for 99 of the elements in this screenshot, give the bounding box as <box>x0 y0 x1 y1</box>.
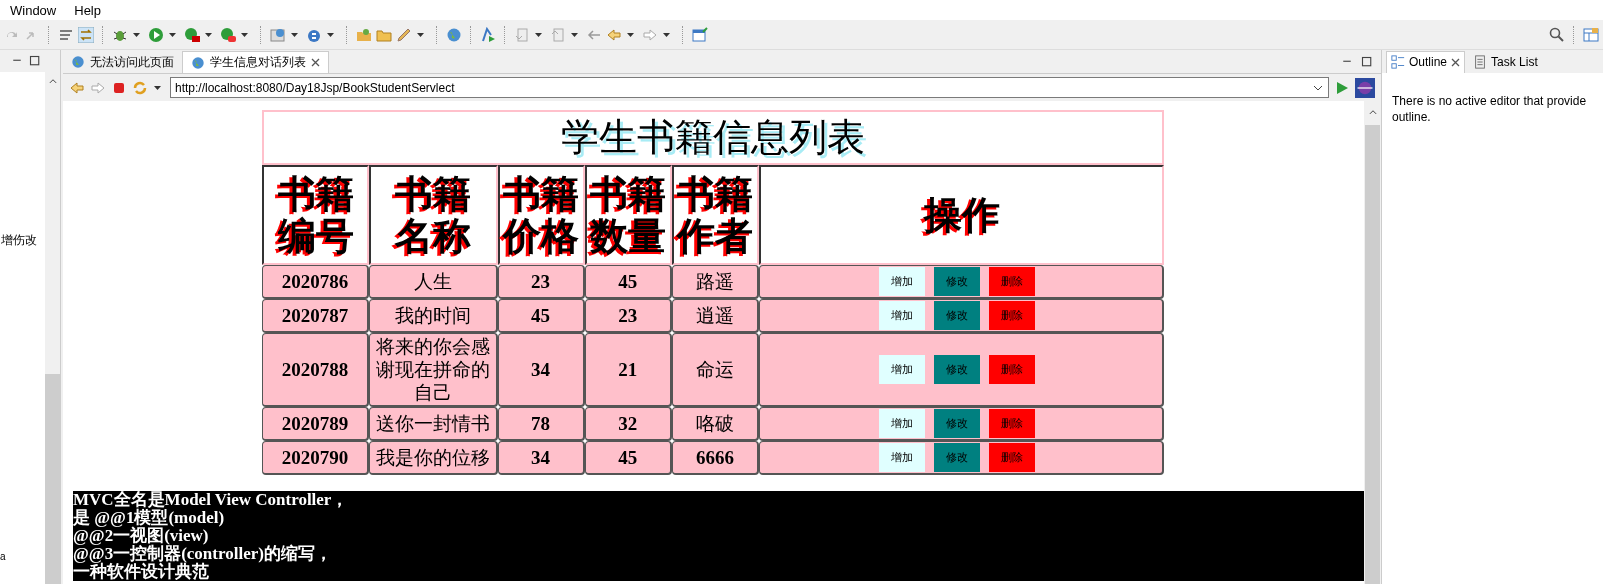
scrollbar-thumb[interactable] <box>45 374 60 584</box>
table-cell: 45 <box>584 265 672 299</box>
dropdown-icon[interactable] <box>291 32 298 37</box>
maximize-icon[interactable] <box>1361 55 1373 68</box>
scrollbar-thumb[interactable] <box>1365 125 1380 584</box>
pen-icon[interactable] <box>396 26 412 43</box>
delete-button[interactable]: 删除 <box>989 267 1036 296</box>
chevron-down-icon[interactable] <box>1313 85 1323 91</box>
dropdown-icon[interactable] <box>327 32 334 37</box>
run-icon[interactable] <box>148 26 164 43</box>
dropdown-icon[interactable] <box>417 32 424 37</box>
edit-button[interactable]: 修改 <box>934 409 981 438</box>
table-cell: 人生 <box>369 265 498 299</box>
column-header: 书籍编号 <box>262 165 370 265</box>
add-button[interactable]: 增加 <box>879 355 926 384</box>
table-cell: 32 <box>584 407 672 441</box>
view-tab[interactable]: Outline <box>1386 50 1466 73</box>
table-cell: 2020789 <box>262 407 370 441</box>
table-cell: 78 <box>497 407 585 441</box>
dropdown-icon[interactable] <box>627 32 634 37</box>
table-cell: 23 <box>584 299 672 333</box>
table-cell: 23 <box>497 265 585 299</box>
edit-button[interactable]: 修改 <box>934 267 981 296</box>
close-icon[interactable] <box>311 58 320 67</box>
tree-label: a <box>0 551 6 562</box>
table-cell: 21 <box>584 333 672 407</box>
dropdown-icon[interactable] <box>663 32 670 37</box>
open-folder-icon[interactable] <box>356 26 372 43</box>
column-header: 书籍数量 <box>584 165 672 265</box>
add-button[interactable]: 增加 <box>879 443 926 472</box>
editor-tab[interactable]: 无法访问此页面 <box>63 51 182 73</box>
go-icon[interactable] <box>1334 79 1350 96</box>
eclipse-icon[interactable] <box>1355 77 1375 98</box>
dropdown-icon[interactable] <box>241 32 248 37</box>
address-field[interactable]: http://localhost:8080/Day18Jsp/BookStudentServlect <box>170 77 1329 98</box>
column-header: 操作 <box>759 165 1164 265</box>
editor-tab[interactable]: 学生信息对话列表 <box>182 51 329 73</box>
maximize-icon[interactable] <box>29 55 41 67</box>
dropdown-icon[interactable] <box>169 32 176 37</box>
description-text: MVC全名是Model View Controller， 是 @@1模型(model) @@2一视图(view) @@3一控制器(controller)的缩写， 一种软件设计典范 <box>73 491 1364 581</box>
window-edit-icon[interactable] <box>692 26 708 43</box>
table-cell: 45 <box>497 299 585 333</box>
run-server-icon[interactable] <box>184 26 200 43</box>
outline-icon[interactable] <box>1391 55 1405 69</box>
search-run-icon[interactable] <box>480 26 496 43</box>
table-cell: 我是你的位移 <box>369 441 498 475</box>
table-cell: 34 <box>497 333 585 407</box>
dropdown-icon[interactable] <box>535 32 542 37</box>
globe-icon[interactable] <box>71 55 85 69</box>
tree-label: 增伤改 <box>1 232 37 249</box>
add-button[interactable]: 增加 <box>879 409 926 438</box>
search-icon[interactable] <box>1549 26 1565 43</box>
table-cell: 我的时间 <box>369 299 498 333</box>
column-header: 书籍名称 <box>369 165 498 265</box>
empty-message: There is no active editor that provide outline. <box>1392 94 1587 124</box>
new-web-icon[interactable] <box>270 26 286 43</box>
column-header: 书籍价格 <box>497 165 585 265</box>
dropdown-icon[interactable] <box>205 32 212 37</box>
table-cell: 6666 <box>671 441 760 475</box>
table-cell: 逍遥 <box>671 299 760 333</box>
globe-icon[interactable] <box>191 55 205 70</box>
edit-button[interactable]: 修改 <box>934 301 981 330</box>
dropdown-icon[interactable] <box>133 32 140 37</box>
perspective-icon[interactable] <box>1583 26 1599 43</box>
table-cell: 命运 <box>671 333 760 407</box>
delete-button[interactable]: 删除 <box>989 355 1036 384</box>
table-cell: 将来的你会感谢现在拼命的自己 <box>369 333 498 407</box>
edit-button[interactable]: 修改 <box>934 355 981 384</box>
globe-icon[interactable] <box>446 26 462 43</box>
stop-server-icon[interactable] <box>220 26 236 43</box>
back-icon[interactable] <box>69 79 85 96</box>
table-cell: 咯破 <box>671 407 760 441</box>
menu-item[interactable]: Help <box>74 2 101 18</box>
task-list-icon[interactable] <box>1473 54 1488 69</box>
edit-button[interactable]: 修改 <box>934 443 981 472</box>
table-cell: 45 <box>584 441 672 475</box>
toggle-icon[interactable] <box>78 26 94 43</box>
delete-button[interactable]: 删除 <box>989 409 1036 438</box>
column-header: 书籍作者 <box>671 165 760 265</box>
table-cell: 路遥 <box>671 265 760 299</box>
delete-button[interactable]: 删除 <box>989 443 1036 472</box>
add-button[interactable]: 增加 <box>879 267 926 296</box>
table-cell: 2020790 <box>262 441 370 475</box>
table-cell: 送你一封情书 <box>369 407 498 441</box>
page-title: 学生书籍信息列表 <box>262 110 1164 165</box>
back-icon[interactable] <box>606 26 622 43</box>
table-cell: 2020788 <box>262 333 370 407</box>
view-tab[interactable]: Task List <box>1469 50 1542 73</box>
table-cell: 2020787 <box>262 299 370 333</box>
dropdown-icon[interactable] <box>571 32 578 37</box>
delete-button[interactable]: 删除 <box>989 301 1036 330</box>
close-icon[interactable] <box>1451 57 1461 67</box>
add-button[interactable]: 增加 <box>879 301 926 330</box>
scroll-up-icon[interactable] <box>1367 107 1378 117</box>
menu-item[interactable]: Window <box>10 2 57 18</box>
scroll-up-icon[interactable] <box>47 76 58 86</box>
table-cell: 2020786 <box>262 265 370 299</box>
dropdown-icon[interactable] <box>154 85 161 90</box>
table-cell: 34 <box>497 441 585 475</box>
